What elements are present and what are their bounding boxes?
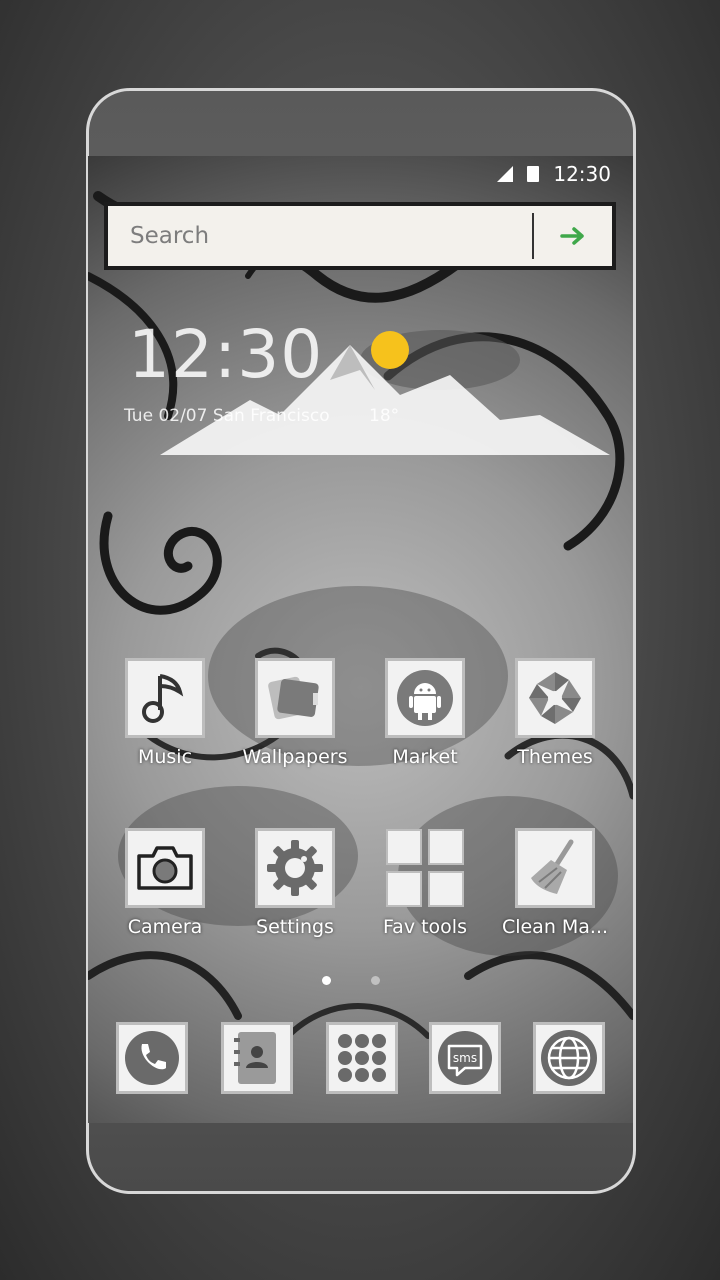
page-indicator (322, 976, 380, 985)
app-label: Fav tools (383, 916, 467, 938)
contacts-icon (234, 1032, 276, 1084)
sms-label: sms (453, 1051, 477, 1065)
app-fav-tools[interactable]: Fav tools (360, 828, 490, 938)
fav-tools-icon (385, 828, 465, 908)
app-drawer-icon (338, 1034, 386, 1082)
weather-mountain-sun-icon[interactable] (160, 320, 610, 460)
clock-widget-date: Tue 02/07 San Francisco (124, 406, 330, 426)
app-label: Market (392, 746, 458, 768)
page-dot (371, 976, 380, 985)
app-label: Clean Ma... (501, 916, 609, 938)
file-icon (386, 871, 422, 907)
app-label: Music (137, 746, 193, 768)
dock-contacts-button[interactable] (221, 1022, 293, 1094)
app-label: Wallpapers (242, 746, 348, 768)
browser-globe-icon (541, 1030, 597, 1086)
search-go-arrow-icon[interactable] (554, 226, 594, 246)
dock-phone-button[interactable] (116, 1022, 188, 1094)
page-dot-active (322, 976, 331, 985)
status-time: 12:30 (553, 162, 611, 186)
battery-icon (527, 166, 540, 182)
app-themes[interactable]: Themes (490, 658, 620, 768)
app-market[interactable]: Market (360, 658, 490, 768)
app-music[interactable]: Music (100, 658, 230, 768)
app-settings[interactable]: Settings (230, 828, 360, 938)
sms-icon: sms (438, 1031, 492, 1085)
broom-icon (515, 828, 595, 908)
signal-icon (497, 166, 514, 182)
app-wallpapers[interactable]: Wallpapers (230, 658, 360, 768)
calculator-icon (386, 829, 422, 865)
camera-icon (125, 828, 205, 908)
status-bar: 12:30 (88, 156, 633, 192)
app-camera[interactable]: Camera (100, 828, 230, 938)
search-input[interactable]: Search (130, 223, 532, 249)
gear-icon (255, 828, 335, 908)
wallpapers-icon (255, 658, 335, 738)
clock-icon (428, 829, 464, 865)
app-clean-master[interactable]: Clean Ma... (490, 828, 620, 938)
app-label: Camera (127, 916, 203, 938)
calendar-icon (428, 871, 464, 907)
dock-browser-button[interactable] (533, 1022, 605, 1094)
phone-icon (125, 1031, 179, 1085)
clock-widget-temperature: 18° (369, 406, 400, 426)
app-label: Settings (256, 916, 334, 938)
music-note-icon (125, 658, 205, 738)
search-bar[interactable]: Search (104, 202, 616, 270)
app-label: Themes (517, 746, 593, 768)
themes-icon (515, 658, 595, 738)
dock-app-drawer-button[interactable] (326, 1022, 398, 1094)
android-icon (385, 658, 465, 738)
dock-sms-button[interactable]: sms (429, 1022, 501, 1094)
search-divider (532, 213, 534, 259)
